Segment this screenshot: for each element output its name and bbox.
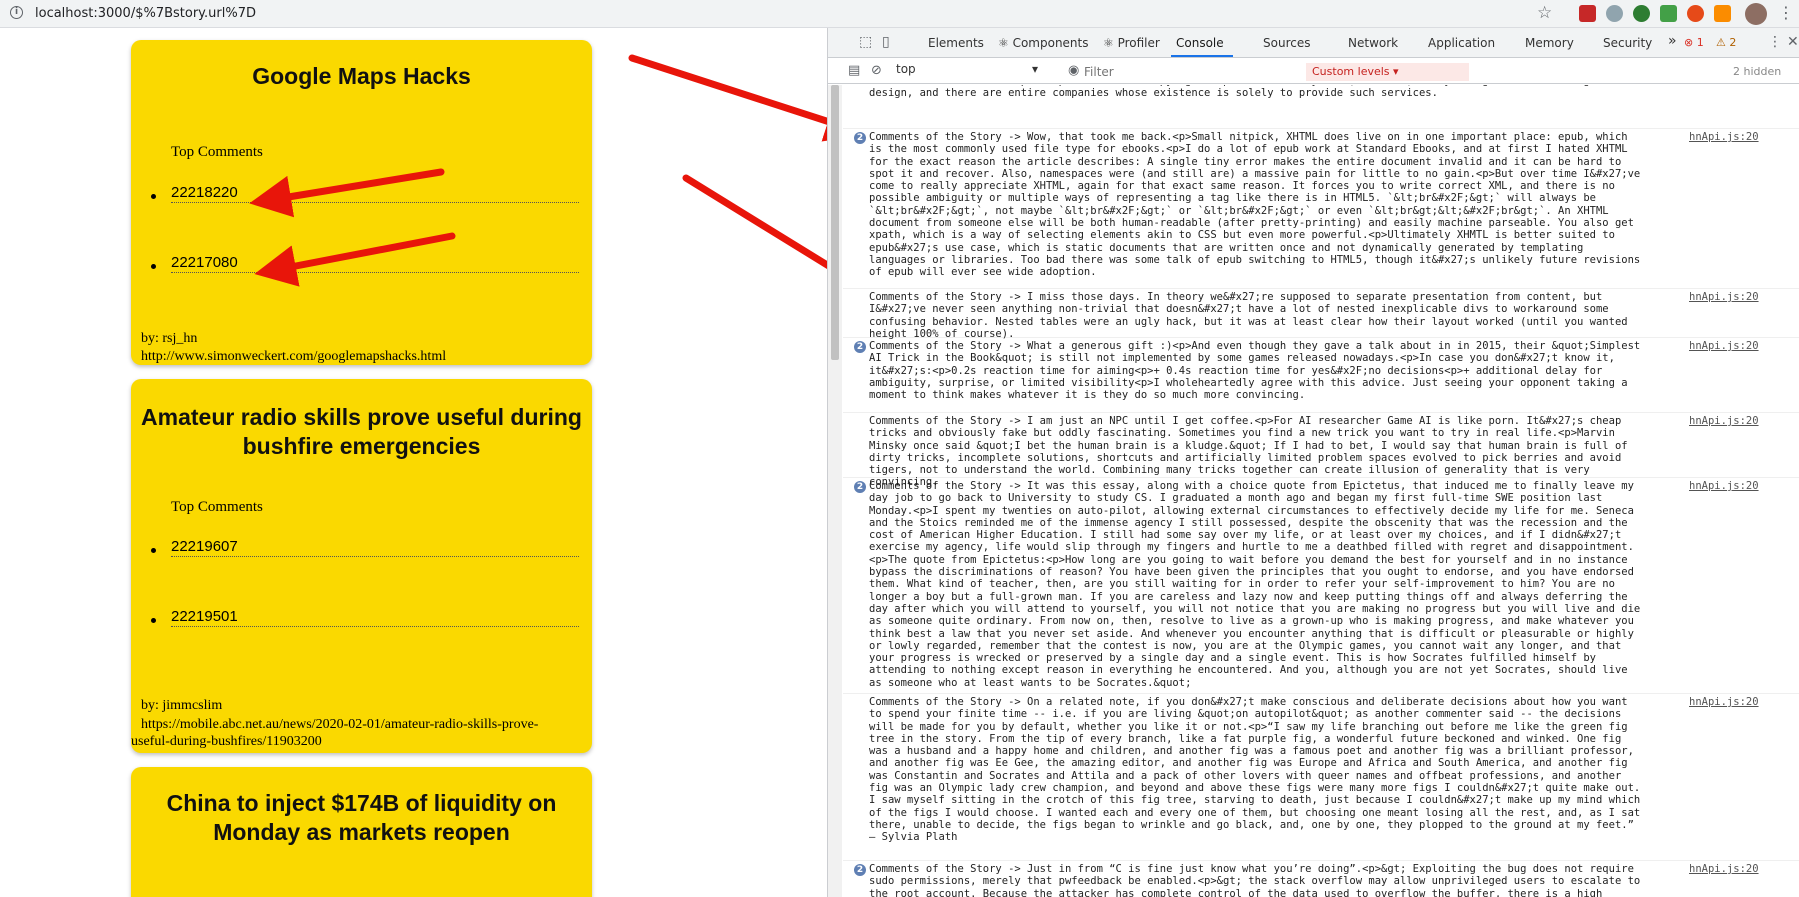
- story-card: Google Maps Hacks Top Comments 22218220 …: [131, 40, 592, 365]
- clear-console-icon[interactable]: ⊘: [871, 63, 882, 78]
- devtools-tabbar: ⬚ ▯ Elements ⚛ Components ⚛ Profiler Con…: [828, 28, 1799, 58]
- story-author: by: rsj_hn: [141, 331, 198, 346]
- warning-counter[interactable]: ⚠ 2: [1716, 36, 1736, 49]
- console-message: 2 Comments of the Story -> What a genero…: [843, 338, 1799, 413]
- site-info-icon[interactable]: i: [10, 6, 23, 19]
- browser-address-bar: i localhost:3000/$%7Bstory.url%7D ☆ ⋮: [0, 0, 1799, 28]
- tab-profiler[interactable]: ⚛ Profiler: [1103, 36, 1160, 50]
- extension-icon[interactable]: [1687, 5, 1704, 22]
- console-message: Comments of the Story -> I am just an NP…: [843, 413, 1799, 488]
- extension-icon[interactable]: [1633, 5, 1650, 22]
- console-scrollbar[interactable]: [828, 85, 842, 897]
- repeat-count-badge: 2: [854, 341, 866, 353]
- list-bullet: [151, 618, 156, 623]
- sidebar-toggle-icon[interactable]: ▤: [848, 63, 860, 78]
- page-viewport: Google Maps Hacks Top Comments 22218220 …: [0, 28, 827, 897]
- source-link[interactable]: hnApi.js:20: [1689, 863, 1759, 875]
- story-title: Amateur radio skills prove useful during…: [141, 404, 582, 459]
- story-card: China to inject $174B of liquidity on Mo…: [131, 767, 592, 897]
- source-link[interactable]: hnApi.js:20: [1689, 340, 1759, 352]
- source-link[interactable]: hnApi.js:20: [1689, 696, 1759, 708]
- extension-icon[interactable]: [1606, 5, 1623, 22]
- inspect-element-icon[interactable]: ⬚: [859, 34, 872, 50]
- repeat-count-badge: 2: [854, 132, 866, 144]
- source-link[interactable]: hnApi.js:20: [1689, 291, 1759, 303]
- top-comments-label: Top Comments: [171, 499, 263, 515]
- repeat-count-badge: 2: [854, 481, 866, 493]
- top-comments-label: Top Comments: [171, 144, 263, 160]
- console-filter-bar: ▤ ⊘ top ▾ ◉ Custom levels ▾ 2 hidden: [828, 59, 1799, 84]
- story-title: Google Maps Hacks: [252, 63, 471, 89]
- tab-console[interactable]: Console: [1176, 36, 1224, 50]
- comment-id-link[interactable]: 22219501: [171, 608, 579, 627]
- list-bullet: [151, 548, 156, 553]
- profile-avatar[interactable]: [1745, 3, 1767, 25]
- console-message-text: Comments of the Story -> Just in from “C…: [869, 863, 1641, 897]
- comment-id-link[interactable]: 22218220: [171, 184, 579, 203]
- extension-icon[interactable]: [1714, 5, 1731, 22]
- tab-sources[interactable]: Sources: [1263, 36, 1310, 50]
- close-devtools-icon[interactable]: ✕: [1787, 34, 1799, 50]
- source-link[interactable]: hnApi.js:20: [1689, 131, 1759, 143]
- error-count: 1: [1696, 36, 1704, 49]
- list-bullet: [151, 264, 156, 269]
- repeat-count-badge: 2: [854, 864, 866, 876]
- console-message: Comments of the Story -> I miss those da…: [843, 289, 1799, 340]
- console-message: 2 Comments of the Story -> Just in from …: [843, 861, 1799, 897]
- extension-icon[interactable]: [1579, 5, 1596, 22]
- settings-menu-icon[interactable]: ⋮: [1768, 34, 1782, 50]
- source-link[interactable]: hnApi.js:20: [1689, 415, 1759, 427]
- tab-memory[interactable]: Memory: [1525, 36, 1574, 50]
- console-message-text: Comments of the Story -> I miss those da…: [869, 291, 1628, 340]
- extension-icon[interactable]: [1660, 5, 1677, 22]
- error-counter[interactable]: ⊗ 1: [1684, 36, 1704, 49]
- source-link[interactable]: hnApi.js:20: [1689, 480, 1759, 492]
- console-message: 2 Comments of the Story -> It was this e…: [843, 478, 1799, 694]
- dropdown-arrow-icon: ▾: [1031, 62, 1038, 76]
- console-message: Comments of the Story -> On a related no…: [843, 694, 1799, 861]
- browser-menu-icon[interactable]: ⋮: [1778, 3, 1794, 22]
- active-tab-indicator: [1171, 55, 1233, 57]
- story-card: Amateur radio skills prove useful during…: [131, 379, 592, 753]
- console-message-text: Comments of the Story -> What a generous…: [869, 340, 1641, 402]
- tab-components[interactable]: ⚛ Components: [998, 36, 1089, 50]
- hidden-count: 2 hidden: [1733, 65, 1782, 78]
- story-url[interactable]: https://mobile.abc.net.au/news/2020-02-0…: [131, 716, 571, 750]
- url-field[interactable]: localhost:3000/$%7Bstory.url%7D: [35, 6, 256, 21]
- console-message-text: idea that it somehow stops competitors f…: [869, 85, 1634, 100]
- story-title: China to inject $174B of liquidity on Mo…: [166, 790, 557, 845]
- comment-id-link[interactable]: 22217080: [171, 254, 579, 273]
- context-value: top: [896, 62, 916, 76]
- devtools-panel: ⬚ ▯ Elements ⚛ Components ⚛ Profiler Con…: [827, 28, 1799, 897]
- console-message-text: Comments of the Story -> It was this ess…: [869, 480, 1641, 689]
- tab-label: Profiler: [1117, 36, 1160, 50]
- console-message-text: Comments of the Story -> On a related no…: [869, 696, 1641, 844]
- warning-count: 2: [1729, 36, 1737, 49]
- comment-id-link[interactable]: 22219607: [171, 538, 579, 557]
- console-message: 2 Comments of the Story -> Wow, that too…: [843, 129, 1799, 289]
- context-select[interactable]: top ▾: [896, 62, 1044, 81]
- tab-label: Components: [1012, 36, 1089, 50]
- tab-application[interactable]: Application: [1428, 36, 1495, 50]
- tab-network[interactable]: Network: [1348, 36, 1398, 50]
- story-url[interactable]: http://www.simonweckert.com/googlemapsha…: [131, 348, 571, 365]
- story-author: by: jimmcslim: [141, 698, 223, 713]
- console-output: idea that it somehow stops competitors f…: [828, 85, 1799, 897]
- tab-elements[interactable]: Elements: [928, 36, 984, 50]
- tab-security[interactable]: Security: [1603, 36, 1652, 50]
- device-toolbar-icon[interactable]: ▯: [882, 34, 890, 50]
- console-message-text: Comments of the Story -> Wow, that took …: [869, 131, 1641, 279]
- bookmark-star-icon[interactable]: ☆: [1537, 3, 1552, 23]
- console-message: idea that it somehow stops competitors f…: [843, 85, 1799, 129]
- log-levels-label: Custom levels: [1312, 65, 1390, 78]
- scrollbar-thumb[interactable]: [831, 85, 839, 360]
- log-levels-dropdown[interactable]: Custom levels ▾: [1306, 63, 1469, 81]
- list-bullet: [151, 194, 156, 199]
- eye-icon[interactable]: ◉: [1068, 63, 1079, 78]
- more-tabs-button[interactable]: »: [1668, 33, 1677, 49]
- console-filter-input[interactable]: [1084, 62, 1252, 81]
